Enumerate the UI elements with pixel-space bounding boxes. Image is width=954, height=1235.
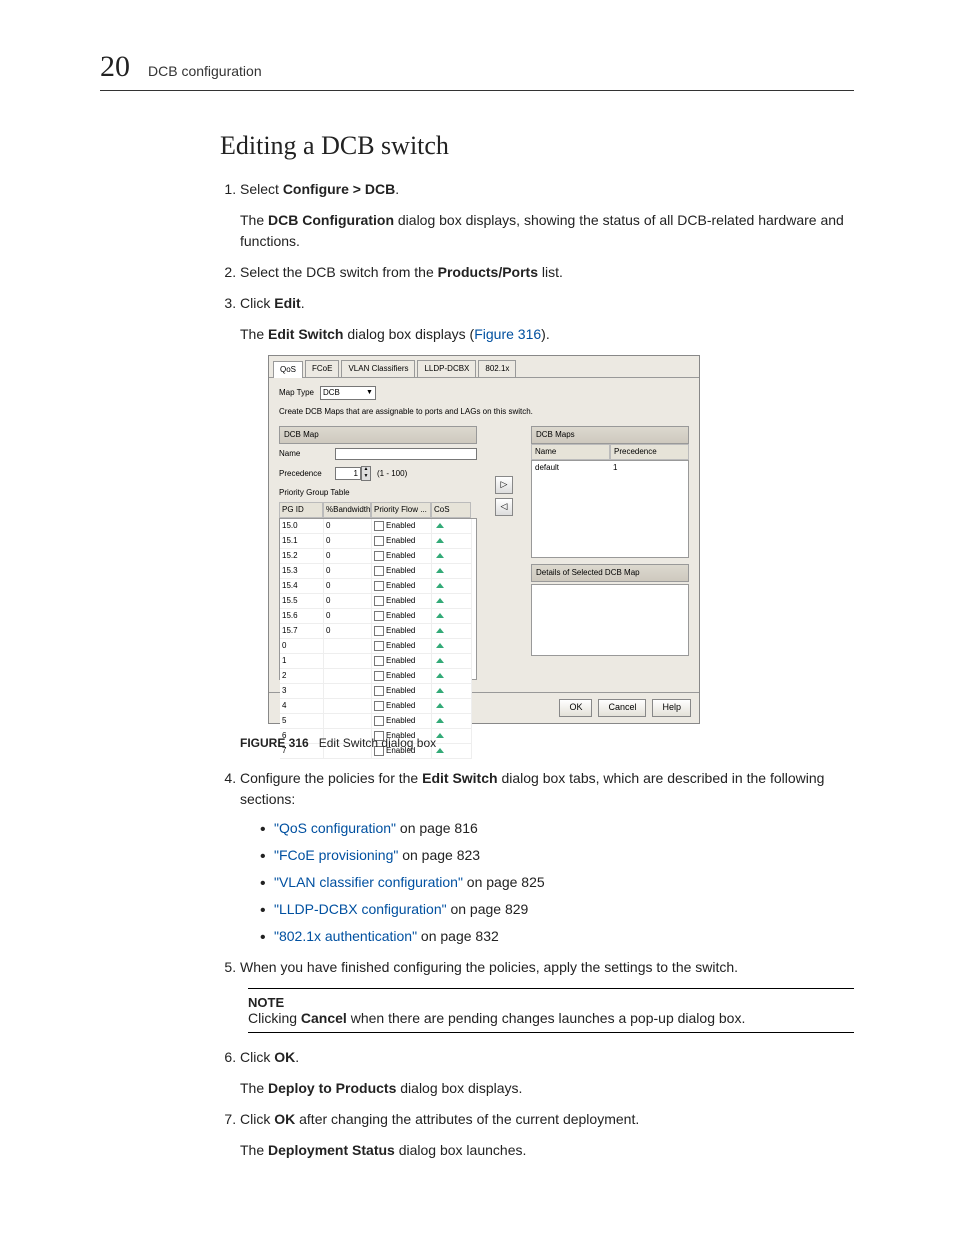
pgt-label: Priority Group Table bbox=[279, 487, 477, 499]
figure-caption: FIGURE 316 Edit Switch dialog box bbox=[240, 734, 854, 752]
help-button[interactable]: Help bbox=[652, 699, 691, 717]
step-4: Configure the policies for the Edit Swit… bbox=[240, 768, 854, 947]
table-row[interactable]: 15.20Enabled bbox=[280, 549, 476, 564]
xref-link[interactable]: "QoS configuration" bbox=[274, 820, 396, 836]
details-panel bbox=[531, 584, 689, 656]
step-1: Select Configure > DCB. The DCB Configur… bbox=[240, 179, 854, 252]
xref-item: "802.1x authentication" on page 832 bbox=[260, 926, 854, 947]
table-row[interactable]: 15.50Enabled bbox=[280, 594, 476, 609]
maps-list[interactable]: default 1 bbox=[531, 460, 689, 558]
table-row[interactable]: 15.00Enabled bbox=[280, 519, 476, 534]
pgt-body: 15.00Enabled15.10Enabled15.20Enabled15.3… bbox=[279, 518, 477, 680]
pgt-header: PG ID %Bandwidth Priority Flow ... CoS bbox=[279, 502, 477, 518]
table-row[interactable]: 0Enabled bbox=[280, 639, 476, 654]
dialog-instruction: Create DCB Maps that are assignable to p… bbox=[279, 406, 689, 418]
name-input[interactable] bbox=[335, 448, 477, 460]
breadcrumb: DCB configuration bbox=[148, 63, 262, 79]
name-label: Name bbox=[279, 448, 329, 460]
xref-item: "FCoE provisioning" on page 823 bbox=[260, 845, 854, 866]
move-left-button[interactable]: ◁ bbox=[495, 498, 513, 516]
dcb-map-title: DCB Map bbox=[279, 426, 477, 444]
cancel-button[interactable]: Cancel bbox=[598, 699, 646, 717]
dialog-tabs: QoS FCoE VLAN Classifiers LLDP-DCBX 802.… bbox=[269, 356, 699, 378]
table-row[interactable]: 15.60Enabled bbox=[280, 609, 476, 624]
figure-link[interactable]: Figure 316 bbox=[474, 326, 541, 342]
precedence-spinner[interactable]: 1 ▲▼ bbox=[335, 466, 371, 481]
tab-qos[interactable]: QoS bbox=[273, 361, 303, 378]
xref-item: "QoS configuration" on page 816 bbox=[260, 818, 854, 839]
step-2: Select the DCB switch from the Products/… bbox=[240, 262, 854, 283]
precedence-label: Precedence bbox=[279, 468, 329, 480]
table-row[interactable]: 15.30Enabled bbox=[280, 564, 476, 579]
xref-link[interactable]: "802.1x authentication" bbox=[274, 928, 417, 944]
table-row[interactable]: 2Enabled bbox=[280, 669, 476, 684]
xref-link[interactable]: "VLAN classifier configuration" bbox=[274, 874, 463, 890]
step-7: Click OK after changing the attributes o… bbox=[240, 1109, 854, 1161]
table-row[interactable]: 1Enabled bbox=[280, 654, 476, 669]
note: NOTE Clicking Cancel when there are pend… bbox=[248, 988, 854, 1033]
tab-fcoe[interactable]: FCoE bbox=[305, 360, 339, 377]
step-6: Click OK. The Deploy to Products dialog … bbox=[240, 1047, 854, 1099]
table-row[interactable]: 3Enabled bbox=[280, 684, 476, 699]
step-5: When you have finished configuring the p… bbox=[240, 957, 854, 978]
chevron-down-icon: ▼ bbox=[366, 388, 373, 399]
step-3: Click Edit. The Edit Switch dialog box d… bbox=[240, 293, 854, 752]
xref-link[interactable]: "FCoE provisioning" bbox=[274, 847, 398, 863]
tab-lldp[interactable]: LLDP-DCBX bbox=[417, 360, 476, 377]
dcb-maps-title: DCB Maps bbox=[531, 426, 689, 444]
map-type-label: Map Type bbox=[279, 387, 314, 399]
xref-item: "LLDP-DCBX configuration" on page 829 bbox=[260, 899, 854, 920]
table-row[interactable]: 15.10Enabled bbox=[280, 534, 476, 549]
edit-switch-dialog: QoS FCoE VLAN Classifiers LLDP-DCBX 802.… bbox=[268, 355, 700, 724]
page-number: 20 bbox=[100, 50, 130, 84]
xref-item: "VLAN classifier configuration" on page … bbox=[260, 872, 854, 893]
details-title: Details of Selected DCB Map bbox=[531, 564, 689, 582]
table-row[interactable]: 4Enabled bbox=[280, 699, 476, 714]
map-type-select[interactable]: DCB ▼ bbox=[320, 386, 376, 400]
page-header: 20 DCB configuration bbox=[100, 50, 854, 91]
tab-vlan[interactable]: VLAN Classifiers bbox=[341, 360, 415, 377]
move-right-button[interactable]: ▷ bbox=[495, 476, 513, 494]
ok-button[interactable]: OK bbox=[559, 699, 592, 717]
page-title: Editing a DCB switch bbox=[220, 131, 854, 161]
xref-link[interactable]: "LLDP-DCBX configuration" bbox=[274, 901, 447, 917]
table-row[interactable]: 15.40Enabled bbox=[280, 579, 476, 594]
table-row[interactable]: 15.70Enabled bbox=[280, 624, 476, 639]
tab-8021x[interactable]: 802.1x bbox=[478, 360, 516, 377]
table-row[interactable]: 5Enabled bbox=[280, 714, 476, 729]
